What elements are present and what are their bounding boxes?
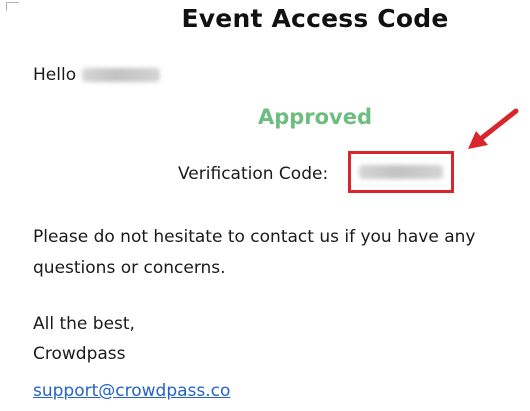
verification-code-highlight-box — [348, 151, 454, 193]
email-title: Event Access Code — [181, 4, 449, 33]
signoff-line-2: Crowdpass — [33, 344, 126, 364]
redacted-recipient-name — [82, 68, 161, 82]
signoff: All the best, Crowdpass — [33, 309, 135, 369]
body-line-2: questions or concerns. — [33, 258, 226, 278]
verification-code-label: Verification Code: — [178, 164, 329, 184]
signoff-line-1: All the best, — [33, 314, 135, 334]
red-arrow-icon — [468, 108, 519, 149]
support-email-link[interactable]: support@crowdpass.co — [33, 381, 230, 401]
body-line-1: Please do not hesitate to contact us if … — [33, 227, 476, 247]
approval-status: Approved — [257, 105, 373, 129]
redacted-verification-code — [359, 165, 443, 179]
greeting-text: Hello — [33, 65, 77, 85]
body-paragraph: Please do not hesitate to contact us if … — [33, 222, 530, 284]
greeting-line: Hello — [33, 65, 161, 85]
